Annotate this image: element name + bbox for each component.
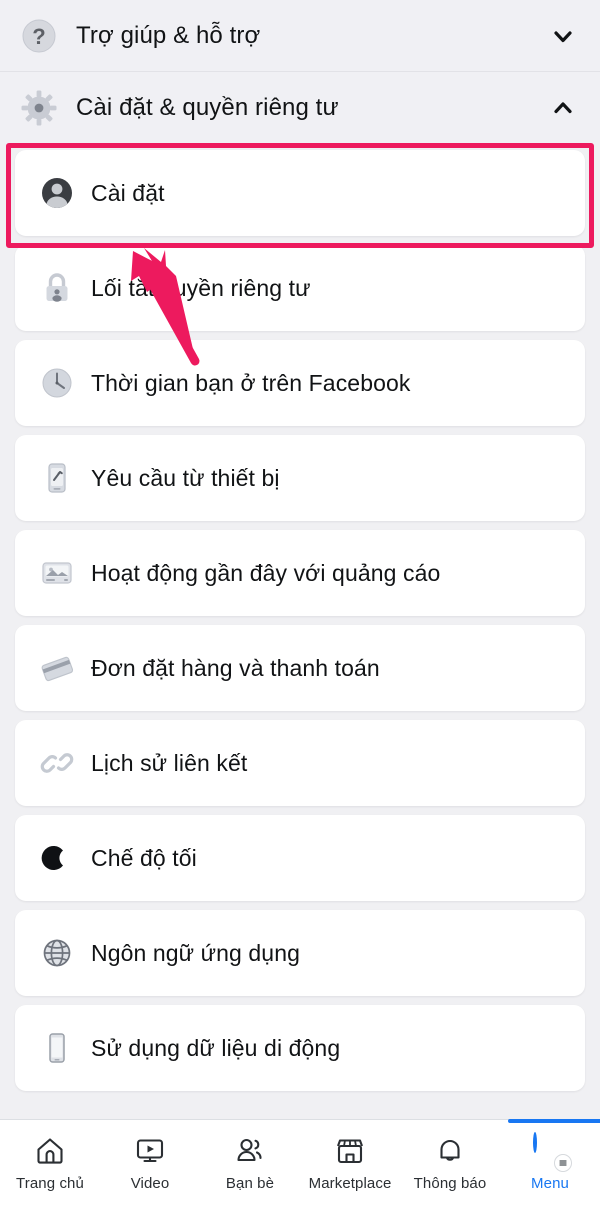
profile-avatar-menu-icon (533, 1131, 572, 1172)
home-icon (34, 1134, 66, 1168)
menu-item-label: Cài đặt (91, 179, 165, 206)
ad-activity-icon (37, 553, 77, 593)
menu-item-device-requests[interactable]: Yêu cầu từ thiết bị (15, 435, 585, 521)
menu-item-recent-ad-activity[interactable]: Hoạt động gần đây với quảng cáo (15, 530, 585, 616)
menu-item-label: Lịch sử liên kết (91, 749, 248, 776)
device-request-icon (37, 458, 77, 498)
mobile-phone-icon (37, 1028, 77, 1068)
globe-icon (37, 933, 77, 973)
menu-item-label: Chế độ tối (91, 844, 197, 871)
nav-item-menu[interactable]: Menu (500, 1119, 600, 1205)
question-circle-icon: ? (18, 15, 60, 57)
hamburger-badge-icon (554, 1153, 572, 1172)
clock-icon (37, 363, 77, 403)
menu-item-link-history[interactable]: Lịch sử liên kết (15, 720, 585, 806)
settings-menu-list: Cài đặt Lối tắt quyền riêng tư Thời gian… (0, 144, 600, 1119)
payment-card-icon (37, 648, 77, 688)
chevron-up-icon[interactable] (548, 93, 578, 123)
nav-item-notifications[interactable]: Thông báo (400, 1120, 500, 1205)
menu-item-time-on-facebook[interactable]: Thời gian bạn ở trên Facebook (15, 340, 585, 426)
facebook-menu-screen: ? Trợ giúp & hỗ trợ Cài đặt & quyền riên… (0, 0, 600, 1205)
marketplace-icon (334, 1134, 366, 1168)
menu-item-mobile-data-usage[interactable]: Sử dụng dữ liệu di động (15, 1005, 585, 1091)
moon-icon (37, 838, 77, 878)
menu-item-settings[interactable]: Cài đặt (15, 150, 585, 236)
nav-item-video[interactable]: Video (100, 1120, 200, 1205)
menu-item-label: Sử dụng dữ liệu di động (91, 1034, 341, 1061)
nav-label-menu: Menu (531, 1174, 569, 1192)
menu-item-label: Yêu cầu từ thiết bị (91, 464, 280, 491)
menu-item-label: Lối tắt quyền riêng tư (91, 274, 311, 301)
link-chain-icon (37, 743, 77, 783)
avatar-person-icon (37, 173, 77, 213)
menu-item-label: Thời gian bạn ở trên Facebook (91, 369, 411, 396)
menu-item-label: Đơn đặt hàng và thanh toán (91, 654, 380, 681)
menu-item-privacy-shortcuts[interactable]: Lối tắt quyền riêng tư (15, 245, 585, 331)
nav-item-friends[interactable]: Bạn bè (200, 1120, 300, 1205)
nav-item-home[interactable]: Trang chủ (0, 1120, 100, 1205)
nav-label-friends: Bạn bè (225, 1174, 275, 1192)
section-header-settings-and-privacy[interactable]: Cài đặt & quyền riêng tư (0, 72, 600, 144)
chevron-down-icon[interactable] (548, 21, 578, 51)
friends-icon (234, 1134, 266, 1168)
bottom-navigation-bar: Trang chủ Video Bạn bè Marketplace Thông… (0, 1119, 600, 1205)
bell-icon (434, 1134, 466, 1168)
nav-label-home: Trang chủ (16, 1174, 84, 1192)
menu-item-label: Hoạt động gần đây với quảng cáo (91, 559, 441, 586)
avatar (533, 1131, 537, 1153)
section-header-help-and-support[interactable]: ? Trợ giúp & hỗ trợ (0, 0, 600, 72)
menu-item-app-language[interactable]: Ngôn ngữ ứng dụng (15, 910, 585, 996)
nav-label-notifications: Thông báo (413, 1174, 487, 1192)
nav-label-marketplace: Marketplace (308, 1174, 392, 1192)
section-label-settings-and-privacy: Cài đặt & quyền riêng tư (76, 94, 339, 121)
nav-item-marketplace[interactable]: Marketplace (300, 1120, 400, 1205)
menu-item-orders-and-payments[interactable]: Đơn đặt hàng và thanh toán (15, 625, 585, 711)
lock-person-icon (37, 268, 77, 308)
section-label-help-and-support: Trợ giúp & hỗ trợ (76, 21, 261, 49)
nav-label-video: Video (130, 1174, 170, 1192)
gear-icon (18, 87, 60, 129)
svg-text:?: ? (32, 24, 45, 49)
menu-item-label: Ngôn ngữ ứng dụng (91, 939, 300, 966)
menu-item-dark-mode[interactable]: Chế độ tối (15, 815, 585, 901)
video-icon (134, 1134, 166, 1168)
